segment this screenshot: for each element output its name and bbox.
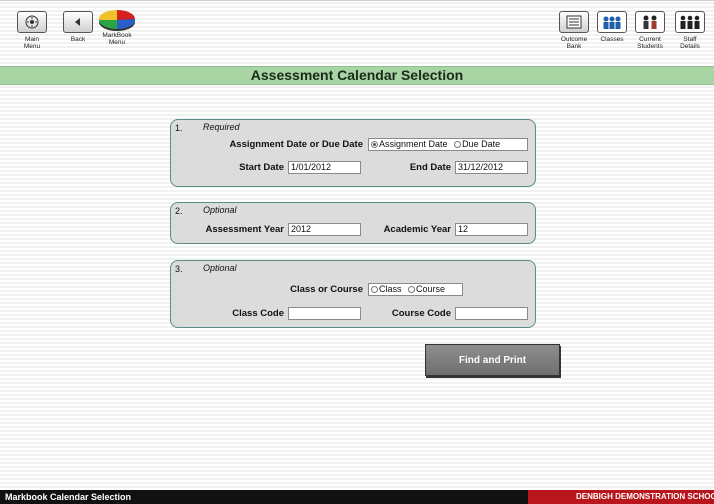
title-bar: Assessment Calendar Selection: [0, 66, 714, 85]
staff-details-icon: [675, 11, 705, 33]
current-students-button[interactable]: Current Students: [628, 11, 672, 50]
assignment-date-option[interactable]: Assignment Date: [371, 139, 448, 149]
markbook-menu-label: MarkBook Menu: [102, 32, 132, 46]
section-number: 3.: [175, 264, 183, 274]
class-course-radio-group: Class Course: [368, 283, 463, 296]
section-required: 1. Required Assignment Date or Due Date …: [170, 119, 536, 187]
radio-empty-icon: [454, 141, 462, 148]
section-heading: Optional: [203, 263, 237, 273]
markbook-menu-button[interactable]: MarkBook Menu: [94, 9, 140, 46]
main-menu-label: Main Menu: [23, 36, 41, 50]
assignment-or-due-label: Assignment Date or Due Date: [229, 139, 363, 150]
section-heading: Required: [203, 122, 240, 132]
classes-icon: [597, 11, 627, 33]
course-code-field[interactable]: [455, 307, 528, 320]
school-name-badge: DENBIGH DEMONSTRATION SCHOOL: [528, 490, 714, 504]
status-bar: Markbook Calendar Selection DENBIGH DEMO…: [0, 490, 714, 504]
section-optional-class: 3. Optional Class or Course Class Course…: [170, 260, 536, 328]
main-menu-button[interactable]: Main Menu: [10, 11, 54, 50]
staff-details-button[interactable]: Staff Details: [668, 11, 712, 50]
section-optional-year: 2. Optional Assessment Year 2012 Academi…: [170, 202, 536, 244]
section-number: 2.: [175, 206, 183, 216]
section-number: 1.: [175, 123, 183, 133]
radio-empty-icon: [408, 286, 416, 293]
end-date-label: End Date: [409, 162, 451, 173]
assessment-year-label: Assessment Year: [205, 224, 284, 235]
back-arrow-icon: [63, 11, 93, 33]
class-or-course-label: Class or Course: [290, 284, 363, 295]
start-date-label: Start Date: [239, 162, 284, 173]
radio-selected-icon: [371, 141, 378, 148]
find-and-print-button[interactable]: Find and Print: [425, 344, 560, 376]
class-option[interactable]: Class: [371, 284, 402, 294]
end-date-field[interactable]: 31/12/2012: [455, 161, 528, 174]
assessment-year-field[interactable]: 2012: [288, 223, 361, 236]
radio-empty-icon: [371, 286, 378, 293]
outcome-bank-icon: [559, 11, 589, 33]
section-heading: Optional: [203, 205, 237, 215]
page-title: Assessment Calendar Selection: [250, 67, 464, 83]
academic-year-field[interactable]: 12: [455, 223, 528, 236]
start-date-field[interactable]: 1/01/2012: [288, 161, 361, 174]
status-left-text: Markbook Calendar Selection: [5, 492, 132, 502]
staff-details-label: Staff Details: [680, 36, 700, 50]
date-type-radio-group: Assignment Date Due Date: [368, 138, 528, 151]
academic-year-label: Academic Year: [383, 224, 451, 235]
course-option[interactable]: Course: [408, 284, 445, 294]
toolbar: Main Menu Back MarkBook Menu Outcome Ban…: [0, 0, 714, 66]
course-code-label: Course Code: [391, 308, 451, 319]
due-date-option[interactable]: Due Date: [454, 139, 500, 149]
current-students-label: Current Students: [637, 36, 663, 50]
class-code-field[interactable]: [288, 307, 361, 320]
pie-chart-icon: [97, 7, 137, 33]
main-menu-icon: [17, 11, 47, 33]
current-students-icon: [635, 11, 665, 33]
class-code-label: Class Code: [232, 308, 284, 319]
